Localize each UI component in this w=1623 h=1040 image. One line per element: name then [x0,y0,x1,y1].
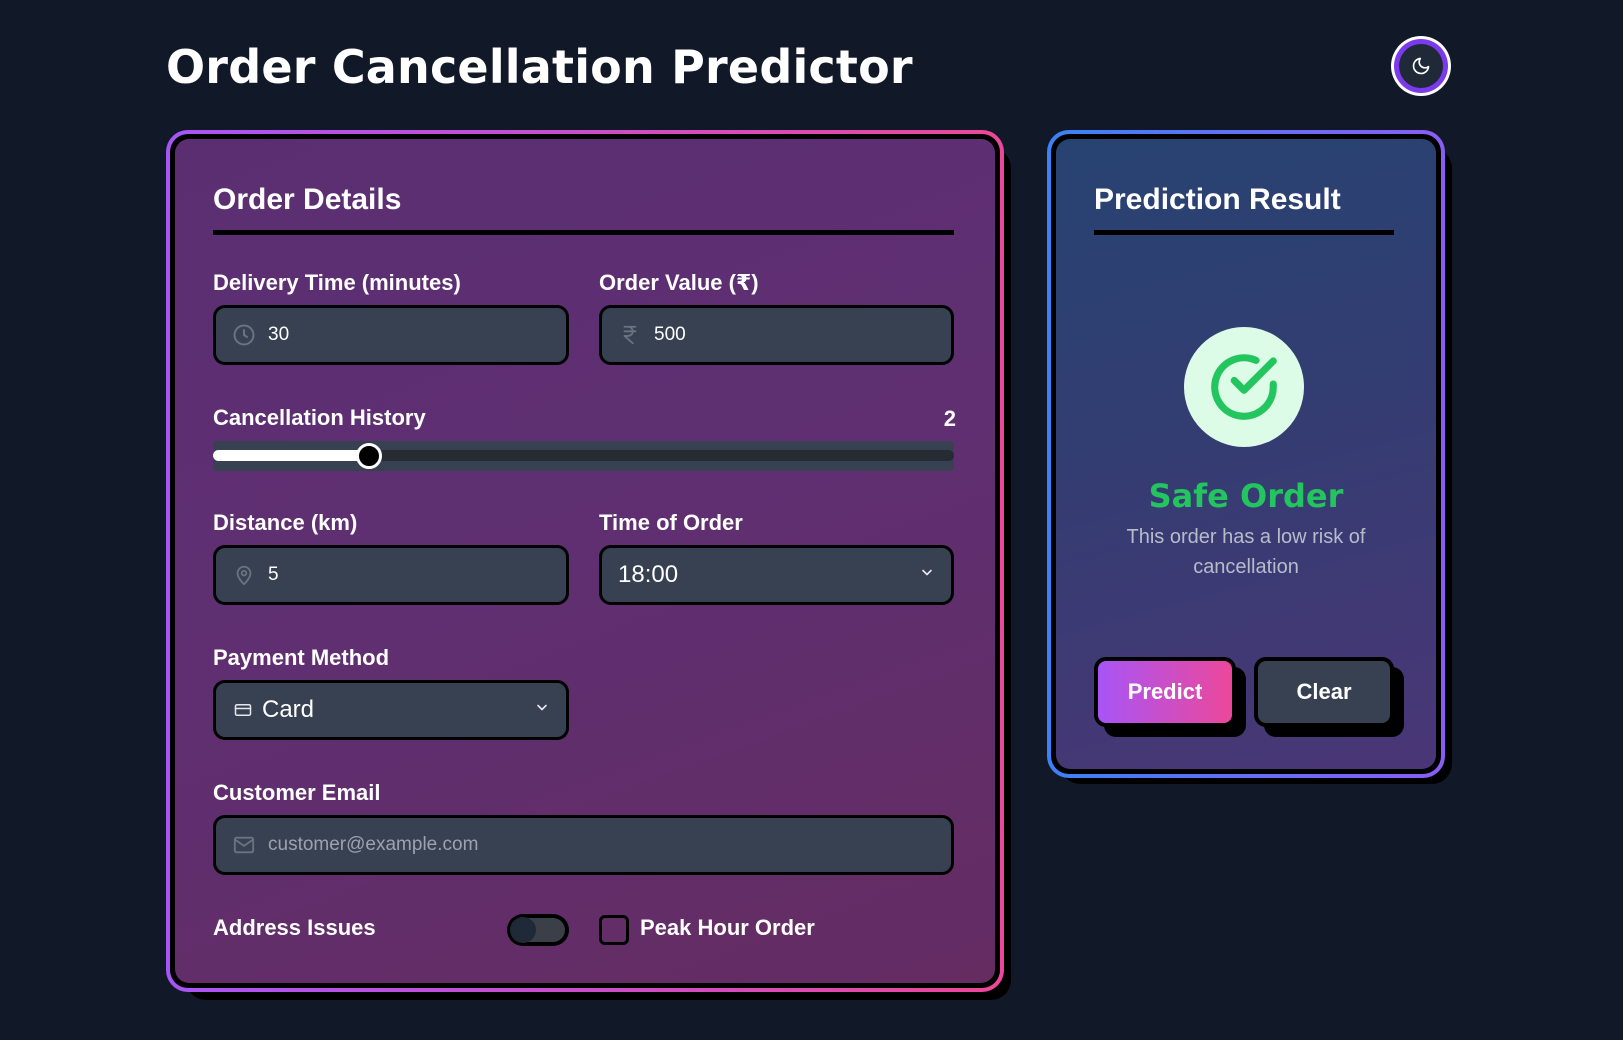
distance-label: Distance (km) [213,510,358,535]
peak-hour-checkbox[interactable] [599,915,629,945]
result-description: This order has a low risk of cancellatio… [1126,526,1366,578]
time-of-order-label: Time of Order [599,510,743,535]
distance-value: 5 [268,564,279,585]
prediction-card: Prediction Result Safe Order This order … [1047,130,1445,778]
map-pin-icon [230,562,258,588]
order-value-input[interactable]: 500 [599,305,954,365]
order-details-divider [213,230,954,235]
prediction-title: Prediction Result [1094,183,1341,216]
moon-icon [1412,57,1430,75]
order-value-label: Order Value (₹) [599,270,759,295]
address-issues-toggle[interactable] [507,914,569,946]
order-details-title: Order Details [213,183,402,216]
credit-card-icon [232,701,254,719]
delivery-time-input[interactable]: 30 [213,305,569,365]
prediction-divider [1094,230,1394,235]
delivery-time-value: 30 [268,324,290,345]
page: Order Cancellation Predictor Order Detai… [0,0,1623,1040]
payment-method-value: Card [262,696,315,723]
payment-method-select[interactable]: Card [213,680,569,740]
time-of-order-select[interactable]: 18:00 [599,545,954,605]
time-of-order-value: 18:00 [618,561,679,588]
slider-fill [213,450,369,461]
chevron-down-icon [534,700,550,721]
slider-thumb[interactable] [356,443,382,469]
delivery-time-label: Delivery Time (minutes) [213,270,461,295]
theme-toggle-button[interactable] [1391,36,1451,96]
peak-hour-label: Peak Hour Order [640,915,815,940]
cancellation-history-slider[interactable] [213,441,954,471]
customer-email-input[interactable]: customer@example.com [213,815,954,875]
cancellation-history-value: 2 [943,406,956,431]
distance-input[interactable]: 5 [213,545,569,605]
predict-button[interactable]: Predict [1094,657,1236,727]
page-title: Order Cancellation Predictor [166,40,913,94]
payment-method-label: Payment Method [213,645,390,670]
clear-button[interactable]: Clear [1254,657,1394,727]
order-value-value: 500 [654,324,686,345]
address-issues-label: Address Issues [213,915,376,940]
check-circle-icon [1211,354,1277,420]
clock-icon [230,323,258,347]
customer-email-label: Customer Email [213,780,381,805]
mail-icon [230,834,258,856]
toggle-knob [510,917,536,943]
order-details-card: Order Details Delivery Time (minutes) 30… [166,130,1004,992]
customer-email-placeholder: customer@example.com [268,834,479,855]
result-status-badge [1184,327,1304,447]
cancellation-history-label: Cancellation History [213,405,426,430]
result-status-text: Safe Order [1148,477,1344,515]
chevron-down-icon [919,565,935,586]
rupee-icon [616,323,644,347]
